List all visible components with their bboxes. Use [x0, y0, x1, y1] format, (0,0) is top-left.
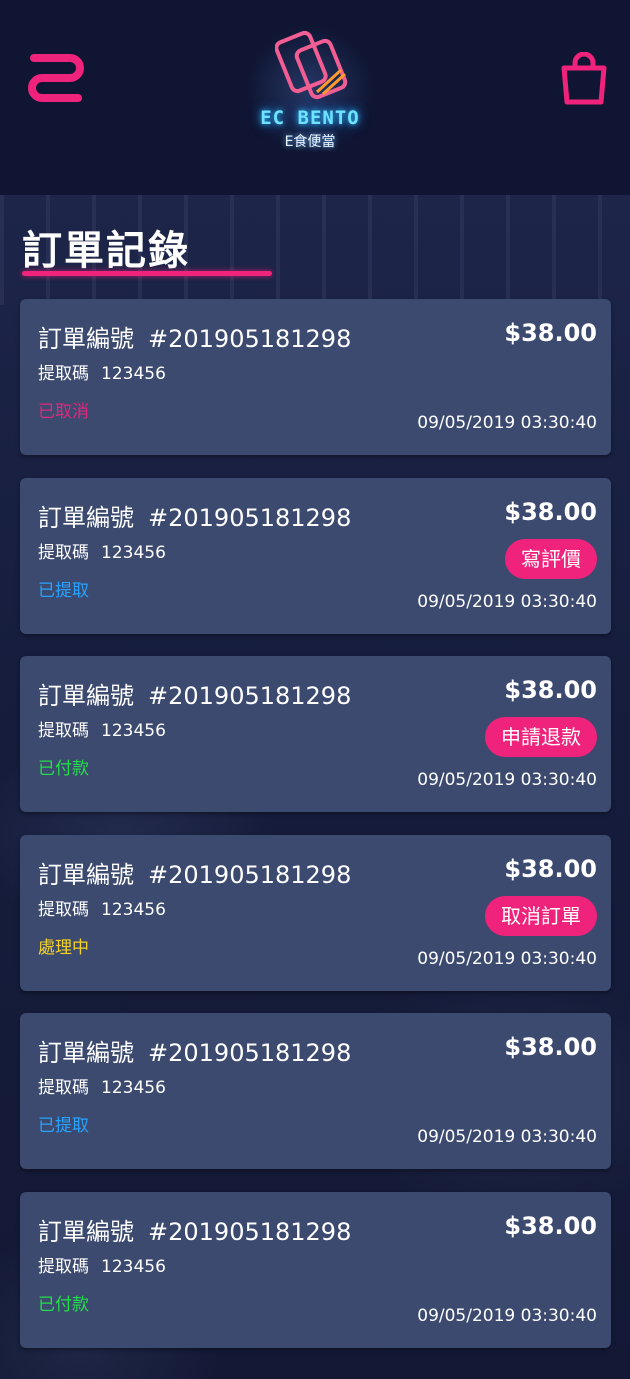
- menu-icon[interactable]: [26, 50, 86, 106]
- order-number: #201905181298: [148, 860, 352, 889]
- title-underline: [22, 271, 272, 276]
- pickup-code-label: 提取碼: [38, 1078, 89, 1098]
- pickup-code-row: 提取碼 123456: [38, 1252, 166, 1277]
- order-price: $38.00: [504, 1211, 597, 1240]
- order-number-row: 訂單編號 #201905181298: [38, 676, 351, 711]
- order-number-row: 訂單編號 #201905181298: [38, 498, 351, 533]
- order-number-label: 訂單編號: [38, 682, 134, 710]
- order-number: #201905181298: [148, 1217, 352, 1246]
- pickup-code-label: 提取碼: [38, 364, 89, 384]
- pickup-code-row: 提取碼 123456: [38, 716, 166, 741]
- order-number-label: 訂單編號: [38, 325, 134, 353]
- order-status: 已取消: [38, 402, 89, 422]
- order-card[interactable]: 訂單編號 #201905181298 $38.00 提取碼 123456 已取消 09/05…: [20, 299, 611, 455]
- logo-subtitle: E食便當: [284, 134, 336, 150]
- order-price: $38.00: [504, 497, 597, 526]
- order-number-label: 訂單編號: [38, 503, 134, 532]
- order-card[interactable]: 訂單編號 #201905181298 $38.00 提取碼 123456 處理中 09/05…: [20, 834, 611, 991]
- order-price: $38.00: [504, 676, 597, 704]
- order-number-row: 訂單編號 #201905181298: [38, 855, 351, 890]
- phone-bento-icon: [275, 30, 348, 100]
- order-datetime: 09/05/2019 03:30:40: [417, 770, 597, 790]
- order-number-label: 訂單編號: [38, 860, 134, 889]
- order-card[interactable]: 訂單編號 #201905181298 $38.00 提取碼 123456 已提取 09/05…: [20, 477, 611, 634]
- order-price: $38.00: [504, 854, 597, 883]
- order-status: 處理中: [38, 937, 89, 958]
- order-number: #201905181298: [148, 325, 352, 353]
- shopping-bag-icon[interactable]: [560, 52, 608, 106]
- order-number-row: 訂單編號 #201905181298: [38, 1033, 351, 1068]
- order-datetime: 09/05/2019 03:30:40: [417, 1305, 597, 1326]
- order-card[interactable]: 訂單編號 #201905181298 $38.00 提取碼 123456 已付款 09/05…: [20, 656, 611, 812]
- order-datetime: 09/05/2019 03:30:40: [417, 948, 597, 969]
- order-number-row: 訂單編號 #201905181298: [38, 319, 351, 354]
- pickup-code: 123456: [101, 542, 166, 563]
- order-price: $38.00: [504, 1033, 597, 1061]
- logo-text: EC BENTO: [260, 107, 360, 129]
- order-price: $38.00: [504, 319, 597, 347]
- order-datetime: 09/05/2019 03:30:40: [417, 1127, 597, 1147]
- order-number: #201905181298: [148, 503, 352, 532]
- order-datetime: 09/05/2019 03:30:40: [417, 591, 597, 612]
- order-number-label: 訂單編號: [38, 1217, 134, 1246]
- pickup-code-label: 提取碼: [38, 1256, 89, 1277]
- order-number-row: 訂單編號 #201905181298: [38, 1212, 351, 1247]
- order-status: 已提取: [38, 580, 89, 601]
- order-card[interactable]: 訂單編號 #201905181298 $38.00 提取碼 123456 已提取 09/05…: [20, 1013, 611, 1169]
- app-logo: EC BENTO E食便當: [245, 25, 375, 155]
- pickup-code-label: 提取碼: [38, 899, 89, 920]
- order-action-button[interactable]: 取消訂單: [485, 895, 597, 936]
- order-number: #201905181298: [148, 1039, 352, 1067]
- pickup-code-row: 提取碼 123456: [38, 359, 166, 384]
- pickup-code: 123456: [101, 364, 166, 384]
- pickup-code-row: 提取碼 123456: [38, 895, 166, 920]
- page-title: 訂單記錄: [22, 228, 190, 274]
- pickup-code-row: 提取碼 123456: [38, 538, 166, 563]
- app-header: EC BENTO E食便當: [0, 0, 630, 195]
- order-action-button[interactable]: 申請退款: [485, 717, 597, 757]
- order-number: #201905181298: [148, 682, 352, 710]
- order-number-label: 訂單編號: [38, 1039, 134, 1067]
- pickup-code-label: 提取碼: [38, 542, 89, 563]
- order-datetime: 09/05/2019 03:30:40: [417, 413, 597, 433]
- pickup-code-row: 提取碼 123456: [38, 1073, 166, 1098]
- pickup-code: 123456: [101, 1078, 166, 1098]
- pickup-code: 123456: [101, 1256, 166, 1277]
- order-card[interactable]: 訂單編號 #201905181298 $38.00 提取碼 123456 已付款 09/05…: [20, 1191, 611, 1348]
- order-status: 已付款: [38, 759, 89, 779]
- pickup-code-label: 提取碼: [38, 721, 89, 741]
- order-list: 訂單編號 #201905181298 $38.00 提取碼 123456 已取消 09/05…: [20, 299, 611, 1370]
- order-status: 已提取: [38, 1116, 89, 1136]
- pickup-code: 123456: [101, 899, 166, 920]
- pickup-code: 123456: [101, 721, 166, 741]
- order-action-button[interactable]: 寫評價: [505, 538, 597, 579]
- order-status: 已付款: [38, 1294, 89, 1315]
